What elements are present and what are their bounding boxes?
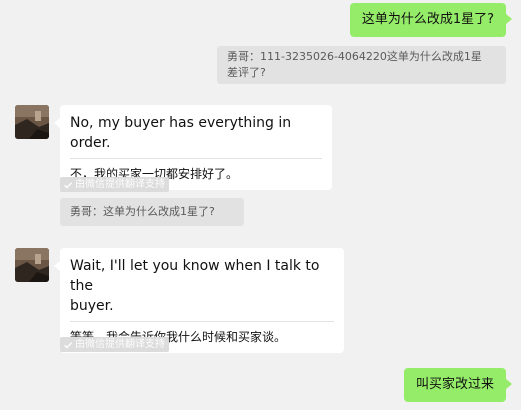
original-text: No, my buyer has everything in order. bbox=[70, 115, 292, 151]
quote-text-line1: 勇哥：111-3235026-4064220这单为什么改成1星 bbox=[227, 50, 482, 63]
badge-text: 由微信提供翻译支持 bbox=[75, 339, 165, 350]
message-text: 这单为什么改成1星了? bbox=[361, 12, 494, 27]
original-text-line1: Wait, I'll let you know when I talk to t… bbox=[70, 258, 320, 294]
avatar-image bbox=[15, 248, 49, 282]
translation-credit-badge: 由微信提供翻译支持 bbox=[60, 177, 169, 192]
check-icon bbox=[64, 341, 73, 349]
quoted-message[interactable]: 勇哥：这单为什么改成1星了? bbox=[60, 198, 244, 226]
outgoing-message-bubble[interactable]: 叫买家改过来 bbox=[403, 368, 513, 402]
translation-divider bbox=[70, 321, 334, 322]
quote-text: 勇哥：这单为什么改成1星了? bbox=[70, 205, 215, 218]
badge-text: 由微信提供翻译支持 bbox=[75, 179, 165, 190]
check-icon bbox=[64, 181, 73, 189]
message-text: 叫买家改过来 bbox=[415, 377, 494, 392]
original-text-line2: buyer. bbox=[70, 298, 114, 314]
outgoing-message-bubble[interactable]: 这单为什么改成1星了? bbox=[349, 3, 513, 37]
contact-avatar[interactable] bbox=[15, 105, 49, 139]
translation-credit-badge: 由微信提供翻译支持 bbox=[60, 337, 169, 352]
contact-avatar[interactable] bbox=[15, 248, 49, 282]
quoted-message[interactable]: 勇哥：111-3235026-4064220这单为什么改成1星 差评了? bbox=[217, 46, 506, 84]
quote-text-line2: 差评了? bbox=[227, 66, 266, 79]
translation-divider bbox=[70, 158, 322, 159]
avatar-image bbox=[15, 105, 49, 139]
